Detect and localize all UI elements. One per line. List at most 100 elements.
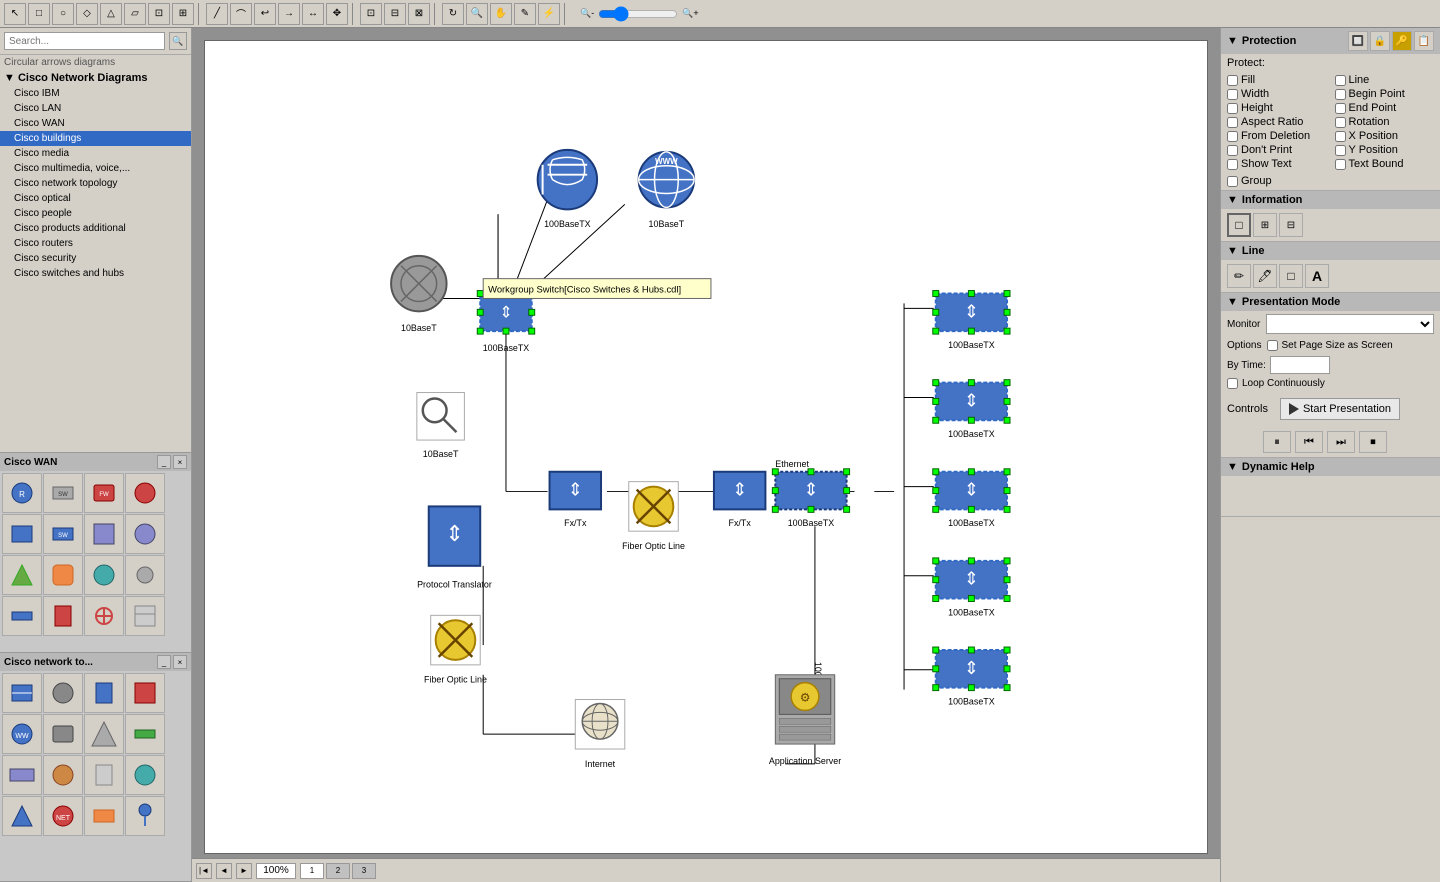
- icon-switch1[interactable]: SW: [43, 473, 83, 513]
- icon-topo8[interactable]: [125, 714, 165, 754]
- cb-from-deletion[interactable]: From Deletion: [1227, 130, 1327, 142]
- tool-process[interactable]: ⊞: [172, 3, 194, 25]
- cat-cisco-ibm[interactable]: Cisco IBM: [0, 86, 191, 101]
- cb-end-point[interactable]: End Point: [1335, 102, 1435, 114]
- icon-topo4[interactable]: [125, 673, 165, 713]
- tool-zoom-page[interactable]: ⊟: [384, 3, 406, 25]
- node-search[interactable]: 10BaseT: [417, 393, 465, 459]
- zoom-input[interactable]: [256, 863, 296, 879]
- cb-loop[interactable]: [1227, 378, 1238, 389]
- icon-net8[interactable]: [43, 596, 83, 636]
- icon-topo6[interactable]: [43, 714, 83, 754]
- canvas-area[interactable]: 100BaseTX WWW 10BaseT 10Ba: [192, 28, 1220, 882]
- tool-cylinder[interactable]: ⊡: [148, 3, 170, 25]
- cb-x-position[interactable]: X Position: [1335, 130, 1435, 142]
- tool-ellipse[interactable]: ○: [52, 3, 74, 25]
- cb-line[interactable]: Line: [1335, 74, 1435, 86]
- icon-topo7[interactable]: [84, 714, 124, 754]
- line-btn-rect[interactable]: □: [1279, 264, 1303, 288]
- diagram-svg[interactable]: 100BaseTX WWW 10BaseT 10Ba: [205, 41, 1207, 853]
- tool-zoom-fit[interactable]: ⊡: [360, 3, 382, 25]
- node-switch-fxtx1[interactable]: ⇕ Fx/Tx: [550, 472, 601, 528]
- icon-topo14[interactable]: NET: [43, 796, 83, 836]
- line-btn-text[interactable]: A: [1305, 264, 1329, 288]
- node-proto-trans[interactable]: ⇕ Protocol Translator: [417, 506, 492, 589]
- cat-cisco-multimedia[interactable]: Cisco multimedia, voice,...: [0, 161, 191, 176]
- node-fiber-center[interactable]: Fiber Optic Line: [622, 482, 685, 551]
- tool-arc[interactable]: ⌒: [230, 3, 252, 25]
- node-www1[interactable]: WWW 10BaseT: [639, 152, 694, 229]
- pb-forward[interactable]: ⏭: [1327, 431, 1355, 453]
- node-app-server[interactable]: ⚙ Application Server: [769, 675, 841, 766]
- panel2-minimize-btn[interactable]: _: [157, 655, 171, 669]
- page-tab-2[interactable]: 2: [326, 863, 350, 879]
- cat-circular[interactable]: Circular arrows diagrams: [0, 55, 191, 70]
- cb-dont-print[interactable]: Don't Print: [1227, 144, 1327, 156]
- tool-parallelogram[interactable]: ▱: [124, 3, 146, 25]
- cb-begin-point[interactable]: Begin Point: [1335, 88, 1435, 100]
- protection-icon3[interactable]: 🔑: [1392, 31, 1412, 51]
- cb-text-bound[interactable]: Text Bound: [1335, 158, 1435, 170]
- cat-cisco-routers[interactable]: Cisco routers: [0, 236, 191, 251]
- node-fiber2[interactable]: Fiber Optic Line: [424, 615, 487, 684]
- shapes-list[interactable]: Circular arrows diagrams ▼ Cisco Network…: [0, 55, 191, 452]
- line-header[interactable]: ▼ Line: [1221, 242, 1440, 260]
- icon-topo13[interactable]: [2, 796, 42, 836]
- panel-cisco-network-header[interactable]: Cisco network to... _ ×: [0, 653, 191, 671]
- cat-cisco-wan[interactable]: Cisco WAN: [0, 116, 191, 131]
- tool-pan[interactable]: ✋: [490, 3, 512, 25]
- protection-icon4[interactable]: 📋: [1414, 31, 1434, 51]
- tool-triangle[interactable]: △: [100, 3, 122, 25]
- icon-firewall[interactable]: FW: [84, 473, 124, 513]
- cb-set-page-size[interactable]: Set Page Size as Screen: [1267, 340, 1392, 351]
- tool-undo[interactable]: ↩: [254, 3, 276, 25]
- cat-cisco-media[interactable]: Cisco media: [0, 146, 191, 161]
- icon-topo2[interactable]: [43, 673, 83, 713]
- tool-rect[interactable]: □: [28, 3, 50, 25]
- cb-rotation[interactable]: Rotation: [1335, 116, 1435, 128]
- cat-cisco-network[interactable]: ▼ Cisco Network Diagrams: [0, 70, 191, 86]
- tool-line[interactable]: ╱: [206, 3, 228, 25]
- cb-width[interactable]: Width: [1227, 88, 1327, 100]
- panel2-close-btn[interactable]: ×: [173, 655, 187, 669]
- icon-router-blue[interactable]: R: [2, 473, 42, 513]
- node-router1[interactable]: 100BaseTX: [538, 150, 597, 229]
- icon-net5[interactable]: [84, 555, 124, 595]
- nav-prev[interactable]: ◄: [216, 863, 232, 879]
- pm-time-input[interactable]: [1270, 356, 1330, 374]
- cb-fill[interactable]: Fill: [1227, 74, 1327, 86]
- icon-net3[interactable]: [2, 555, 42, 595]
- cat-cisco-optical[interactable]: Cisco optical: [0, 191, 191, 206]
- zoom-slider[interactable]: 🔍- 🔍+: [580, 6, 699, 22]
- node-switch-right3[interactable]: ⇕ 100BaseTX: [933, 469, 1010, 528]
- line-btn-pencil[interactable]: ✏: [1227, 264, 1251, 288]
- icon-topo15[interactable]: [84, 796, 124, 836]
- pb-rewind[interactable]: ⏮: [1295, 431, 1323, 453]
- information-header[interactable]: ▼ Information: [1221, 191, 1440, 209]
- node-switch-right1[interactable]: ⇕ 100BaseTX: [933, 291, 1010, 350]
- node-switch-right4[interactable]: ⇕ 100BaseTX: [933, 558, 1010, 617]
- node-switch-fxtx2[interactable]: ⇕ Fx/Tx: [714, 472, 765, 528]
- panel-close-btn[interactable]: ×: [173, 455, 187, 469]
- cb-group[interactable]: Group: [1221, 172, 1440, 190]
- info-btn3[interactable]: ⊟: [1279, 213, 1303, 237]
- node-switch-right2[interactable]: ⇕ 100BaseTX: [933, 380, 1010, 439]
- node-switch-round[interactable]: 10BaseT: [391, 256, 446, 333]
- tool-zoom-width[interactable]: ⊠: [408, 3, 430, 25]
- start-presentation-btn[interactable]: Start Presentation: [1280, 398, 1400, 420]
- icon-topo1[interactable]: [2, 673, 42, 713]
- icon-topo11[interactable]: [84, 755, 124, 795]
- tool-move[interactable]: ✥: [326, 3, 348, 25]
- cb-show-text[interactable]: Show Text: [1227, 158, 1327, 170]
- pm-monitor-select[interactable]: [1266, 314, 1434, 334]
- icon-switch2[interactable]: SW: [43, 514, 83, 554]
- icon-net2[interactable]: [125, 514, 165, 554]
- page-tab-1[interactable]: 1: [300, 863, 324, 879]
- dynamic-help-header[interactable]: ▼ Dynamic Help: [1221, 458, 1440, 476]
- icon-topo16[interactable]: [125, 796, 165, 836]
- icon-net6[interactable]: [125, 555, 165, 595]
- protection-icon2[interactable]: 🔒: [1370, 31, 1390, 51]
- cat-cisco-people[interactable]: Cisco people: [0, 206, 191, 221]
- tool-diamond[interactable]: ◇: [76, 3, 98, 25]
- canvas-inner[interactable]: 100BaseTX WWW 10BaseT 10Ba: [204, 40, 1208, 854]
